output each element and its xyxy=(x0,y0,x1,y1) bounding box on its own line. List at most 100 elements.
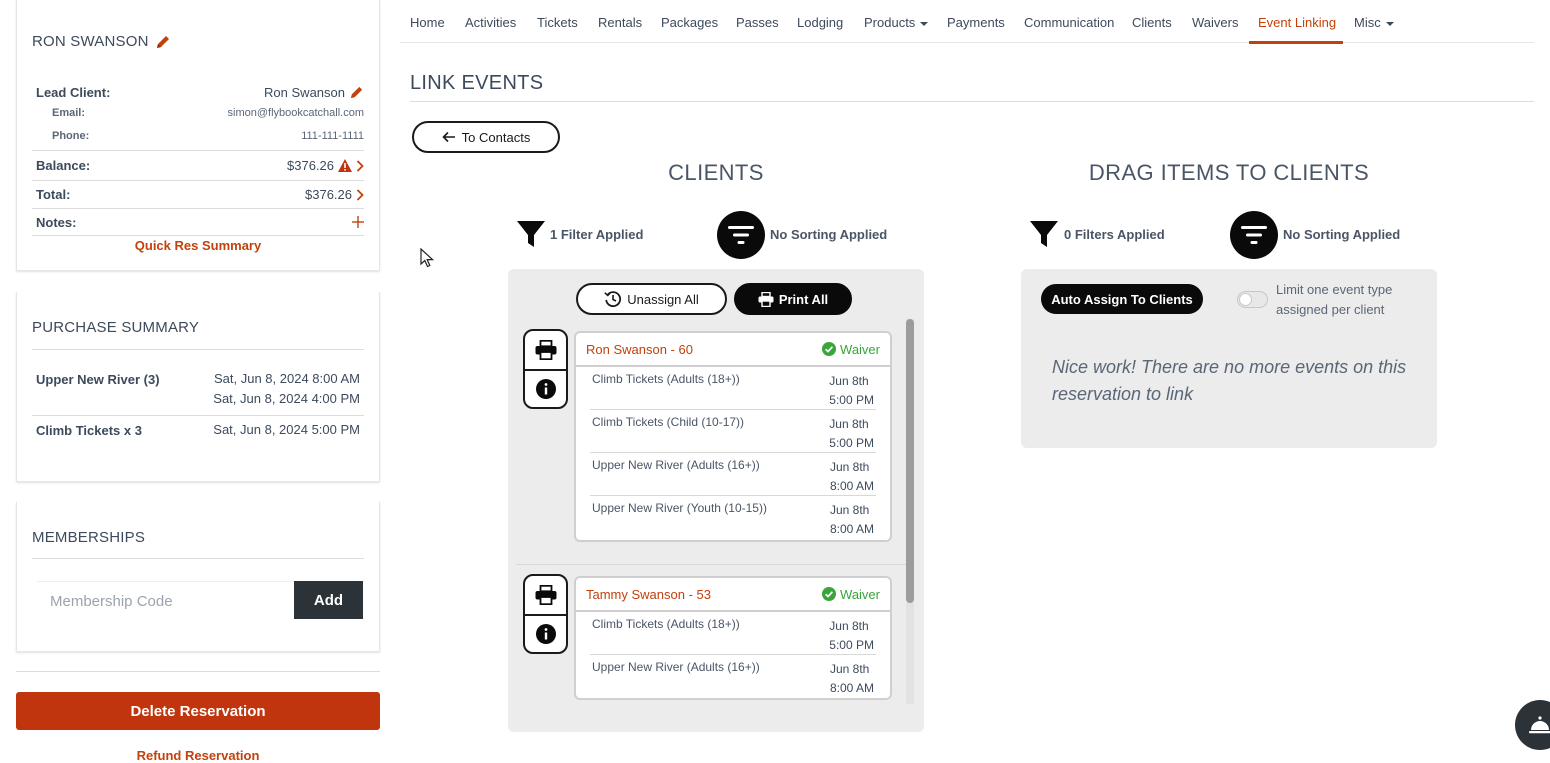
purchase-item-name: Climb Tickets x 3 xyxy=(36,423,142,438)
event-date: Jun 8th xyxy=(829,503,870,517)
balance-row[interactable]: Balance: $376.26 xyxy=(32,150,364,180)
to-contacts-button[interactable]: To Contacts xyxy=(412,121,560,153)
nav-communication[interactable]: Communication xyxy=(1024,15,1114,30)
page-title: LINK EVENTS xyxy=(410,72,544,94)
client-actions xyxy=(523,574,568,654)
printer-icon xyxy=(758,291,774,307)
nav-payments[interactable]: Payments xyxy=(947,15,1005,30)
event-row[interactable]: Climb Tickets (Adults (18+)) Jun 8th 5:00… xyxy=(590,612,876,655)
lead-client-label: Lead Client: xyxy=(36,85,111,100)
divider xyxy=(32,349,364,350)
reservation-name: RON SWANSON xyxy=(32,33,149,50)
unassign-all-button[interactable]: Unassign All xyxy=(576,283,727,315)
event-datetime: Jun 8th 5:00 PM xyxy=(829,415,876,453)
nav-waivers[interactable]: Waivers xyxy=(1192,15,1238,30)
total-label: Total: xyxy=(36,187,71,202)
history-icon xyxy=(604,290,622,308)
event-time: 8:00 AM xyxy=(829,522,874,536)
items-sort-label[interactable]: No Sorting Applied xyxy=(1283,227,1400,242)
nav-products[interactable]: Products xyxy=(864,15,929,30)
event-name: Climb Tickets (Adults (18+)) xyxy=(592,372,740,386)
client-card[interactable]: Tammy Swanson - 53 Waiver Climb Tickets … xyxy=(574,576,892,700)
scrollbar-thumb[interactable] xyxy=(906,319,914,603)
client-card[interactable]: Ron Swanson - 60 Waiver Climb Tickets (A… xyxy=(574,331,892,542)
auto-assign-button[interactable]: Auto Assign To Clients xyxy=(1041,284,1203,314)
help-bell-button[interactable] xyxy=(1515,700,1550,750)
sort-icon[interactable] xyxy=(717,211,765,259)
lead-client-name: Ron Swanson xyxy=(264,85,345,100)
items-panel: Auto Assign To Clients Limit one event t… xyxy=(1021,269,1437,448)
phone-row: Phone: 111-111-1111 xyxy=(32,130,364,142)
funnel-icon[interactable] xyxy=(1029,219,1059,249)
info-icon xyxy=(535,624,556,644)
client-name[interactable]: Ron Swanson - 60 xyxy=(586,342,693,357)
event-name: Upper New River (Adults (16+)) xyxy=(592,660,760,674)
nav-tickets[interactable]: Tickets xyxy=(537,15,578,30)
chevron-right-icon[interactable] xyxy=(356,188,364,201)
delete-reservation-button[interactable]: Delete Reservation xyxy=(16,692,380,730)
clients-filter-label[interactable]: 1 Filter Applied xyxy=(550,227,643,242)
limit-event-type-label: Limit one event type assigned per client xyxy=(1276,282,1393,317)
empty-state-message: Nice work! There are no more events on t… xyxy=(1052,357,1407,404)
nav-clients[interactable]: Clients xyxy=(1132,15,1172,30)
event-datetime: Jun 8th 5:00 PM xyxy=(829,617,876,655)
mouse-cursor-icon xyxy=(420,248,434,268)
clients-sort-label[interactable]: No Sorting Applied xyxy=(770,227,887,242)
client-header: Tammy Swanson - 53 Waiver xyxy=(576,578,890,612)
nav-rentals[interactable]: Rentals xyxy=(598,15,642,30)
limit-event-type-toggle[interactable] xyxy=(1237,291,1268,308)
client-info-button[interactable] xyxy=(525,369,566,407)
waiver-status[interactable]: Waiver xyxy=(822,587,880,602)
event-row[interactable]: Climb Tickets (Child (10-17)) Jun 8th 5:0… xyxy=(590,410,876,453)
edit-lead-client-pencil-icon[interactable] xyxy=(349,85,364,100)
nav-home[interactable]: Home xyxy=(410,15,445,30)
quick-res-summary-link[interactable]: Quick Res Summary xyxy=(17,238,379,253)
print-client-button[interactable] xyxy=(525,331,566,369)
lead-client-row: Lead Client: Ron Swanson xyxy=(32,85,364,100)
nav-misc[interactable]: Misc xyxy=(1354,15,1394,30)
nav-passes[interactable]: Passes xyxy=(736,15,779,30)
nav-lodging[interactable]: Lodging xyxy=(797,15,843,30)
funnel-icon[interactable] xyxy=(516,219,546,249)
edit-pencil-icon[interactable] xyxy=(155,34,171,50)
event-date: Jun 8th xyxy=(829,417,869,431)
waiver-status[interactable]: Waiver xyxy=(822,342,880,357)
add-membership-button[interactable]: Add xyxy=(294,581,363,619)
items-filter-label[interactable]: 0 Filters Applied xyxy=(1064,227,1165,242)
balance-label: Balance: xyxy=(36,158,91,173)
event-time: 5:00 PM xyxy=(829,436,874,450)
client-info-button[interactable] xyxy=(525,614,566,652)
client-header: Ron Swanson - 60 Waiver xyxy=(576,333,890,367)
warning-icon xyxy=(338,159,352,172)
clients-section-title: CLIENTS xyxy=(668,160,764,185)
print-all-button[interactable]: Print All xyxy=(734,283,852,315)
clients-list[interactable]: Ron Swanson - 60 Waiver Climb Tickets (A… xyxy=(516,317,914,702)
purchase-item-date: Sat, Jun 8, 2024 4:00 PM xyxy=(213,391,360,406)
event-row[interactable]: Upper New River (Youth (10-15)) Jun 8th 8… xyxy=(590,496,876,540)
print-client-button[interactable] xyxy=(525,576,566,614)
total-row[interactable]: Total: $376.26 xyxy=(32,180,364,208)
nav-products-label: Products xyxy=(864,15,916,30)
add-note-plus-icon[interactable] xyxy=(352,216,364,228)
divider xyxy=(16,671,380,672)
event-row[interactable]: Upper New River (Adults (16+)) Jun 8th 8:… xyxy=(590,453,876,496)
chevron-right-icon[interactable] xyxy=(356,159,364,172)
purchase-summary-title: PURCHASE SUMMARY xyxy=(32,319,200,336)
client-name[interactable]: Tammy Swanson - 53 xyxy=(586,587,711,602)
nav-packages[interactable]: Packages xyxy=(661,15,718,30)
event-name: Climb Tickets (Adults (18+)) xyxy=(592,617,740,631)
toggle-knob xyxy=(1239,293,1252,306)
membership-code-input[interactable] xyxy=(37,581,312,621)
event-name: Upper New River (Youth (10-15)) xyxy=(592,501,767,515)
event-name: Upper New River (Adults (16+)) xyxy=(592,458,760,472)
caret-down-icon xyxy=(1385,21,1394,26)
email-value: simon@flybookcatchall.com xyxy=(227,107,365,119)
event-row[interactable]: Upper New River (Adults (16+)) Jun 8th 8:… xyxy=(590,655,876,698)
nav-activities[interactable]: Activities xyxy=(465,15,516,30)
divider xyxy=(32,415,364,416)
sort-icon[interactable] xyxy=(1230,211,1278,259)
nav-misc-label: Misc xyxy=(1354,15,1381,30)
nav-event-linking[interactable]: Event Linking xyxy=(1258,15,1336,30)
event-row[interactable]: Climb Tickets (Adults (18+)) Jun 8th 5:00… xyxy=(590,367,876,410)
phone-value: 111-111-1111 xyxy=(301,130,364,142)
